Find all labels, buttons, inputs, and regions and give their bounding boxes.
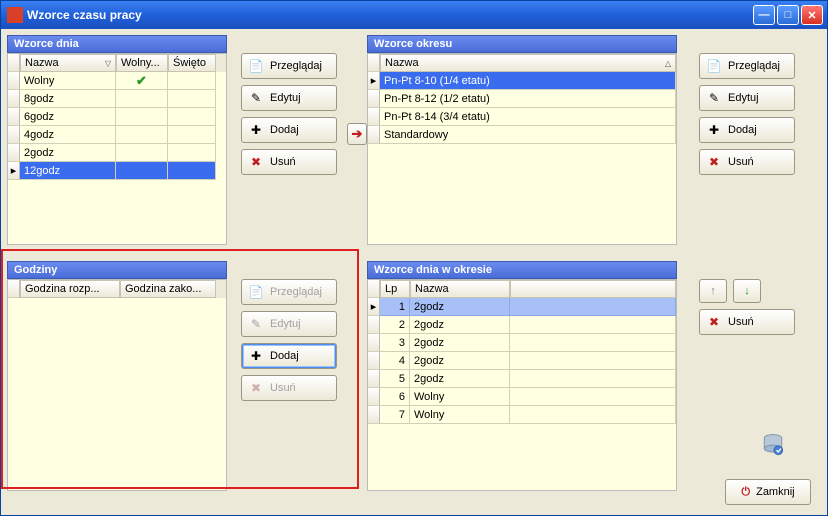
window-title: Wzorce czasu pracy xyxy=(27,8,753,22)
app-icon xyxy=(7,7,23,23)
table-row[interactable]: 6Wolny xyxy=(368,388,676,406)
delete-icon: ✖ xyxy=(706,314,722,330)
col-header-period-name[interactable]: Nazwa△ xyxy=(380,54,676,72)
delete-icon: ✖ xyxy=(706,154,722,170)
table-row[interactable]: 52godz xyxy=(368,370,676,388)
delete-button-hours: ✖Usuń xyxy=(241,375,337,401)
add-button-period[interactable]: ✚Dodaj xyxy=(699,117,795,143)
table-row[interactable]: 6godz xyxy=(8,108,226,126)
edit-button-hours: ✎Edytuj xyxy=(241,311,337,337)
grid-hours[interactable]: Godzina rozp... Godzina zako... xyxy=(7,279,227,491)
close-button[interactable]: ⏻ Zamknij xyxy=(725,479,811,505)
col-header-lp[interactable]: Lp xyxy=(380,280,410,298)
browse-icon: 📄 xyxy=(248,58,264,74)
minimize-button[interactable]: — xyxy=(753,5,775,25)
move-up-button[interactable]: ↑ xyxy=(699,279,727,303)
edit-icon: ✎ xyxy=(706,90,722,106)
table-row[interactable]: 2godz xyxy=(8,144,226,162)
table-row[interactable]: Pn-Pt 8-14 (3/4 etatu) xyxy=(368,108,676,126)
col-header-dip-name[interactable]: Nazwa xyxy=(410,280,510,298)
table-row[interactable]: ▸Pn-Pt 8-10 (1/4 etatu) xyxy=(368,72,676,90)
browse-button-hours: 📄Przeglądaj xyxy=(241,279,337,305)
table-row[interactable]: 8godz xyxy=(8,90,226,108)
browse-icon: 📄 xyxy=(706,58,722,74)
check-icon: ✔ xyxy=(136,73,147,89)
maximize-button[interactable]: □ xyxy=(777,5,799,25)
table-row[interactable]: 42godz xyxy=(368,352,676,370)
browse-button[interactable]: 📄Przeglądaj xyxy=(241,53,337,79)
delete-icon: ✖ xyxy=(248,380,264,396)
add-icon: ✚ xyxy=(248,122,264,138)
database-icon xyxy=(759,431,787,459)
panel-dip-header: Wzorce dnia w okresie xyxy=(367,261,677,279)
panel-day-header: Wzorce dnia xyxy=(7,35,227,53)
edit-icon: ✎ xyxy=(248,316,264,332)
table-row[interactable]: 22godz xyxy=(368,316,676,334)
power-icon: ⏻ xyxy=(741,486,750,499)
table-row[interactable]: 7Wolny xyxy=(368,406,676,424)
add-button-hours[interactable]: ✚Dodaj xyxy=(241,343,337,369)
grid-period[interactable]: Nazwa△ ▸Pn-Pt 8-10 (1/4 etatu)Pn-Pt 8-12… xyxy=(367,53,677,245)
move-down-button[interactable]: ↓ xyxy=(733,279,761,303)
table-row[interactable]: Pn-Pt 8-12 (1/2 etatu) xyxy=(368,90,676,108)
add-icon: ✚ xyxy=(248,348,264,364)
delete-button[interactable]: ✖Usuń xyxy=(241,149,337,175)
arrow-down-icon: ↓ xyxy=(744,285,750,297)
delete-button-period[interactable]: ✖Usuń xyxy=(699,149,795,175)
add-icon: ✚ xyxy=(706,122,722,138)
table-row[interactable]: 32godz xyxy=(368,334,676,352)
col-header-start[interactable]: Godzina rozp... xyxy=(20,280,120,298)
col-header-end[interactable]: Godzina zako... xyxy=(120,280,216,298)
panel-period-header: Wzorce okresu xyxy=(367,35,677,53)
browse-icon: 📄 xyxy=(248,284,264,300)
grid-day[interactable]: Nazwa▽ Wolny... Święto Wolny✔8godz6godz4… xyxy=(7,53,227,245)
table-row[interactable]: 4godz xyxy=(8,126,226,144)
arrow-up-icon: ↑ xyxy=(710,285,716,297)
edit-button-period[interactable]: ✎Edytuj xyxy=(699,85,795,111)
edit-icon: ✎ xyxy=(248,90,264,106)
delete-button-dip[interactable]: ✖Usuń xyxy=(699,309,795,335)
add-button[interactable]: ✚Dodaj xyxy=(241,117,337,143)
table-row[interactable]: ▸12godz xyxy=(8,162,226,180)
col-header-free[interactable]: Wolny... xyxy=(116,54,168,72)
table-row[interactable]: Standardowy xyxy=(368,126,676,144)
table-row[interactable]: ▸12godz xyxy=(368,298,676,316)
arrow-right-button[interactable]: ➔ xyxy=(347,123,367,145)
browse-button-period[interactable]: 📄Przeglądaj xyxy=(699,53,795,79)
edit-button[interactable]: ✎Edytuj xyxy=(241,85,337,111)
panel-hours-header: Godziny xyxy=(7,261,227,279)
col-header-name[interactable]: Nazwa▽ xyxy=(20,54,116,72)
col-header-holiday[interactable]: Święto xyxy=(168,54,216,72)
table-row[interactable]: Wolny✔ xyxy=(8,72,226,90)
delete-icon: ✖ xyxy=(248,154,264,170)
close-window-button[interactable]: ✕ xyxy=(801,5,823,25)
grid-dip[interactable]: Lp Nazwa ▸12godz22godz32godz42godz52godz… xyxy=(367,279,677,491)
main-window: Wzorce czasu pracy — □ ✕ Wzorce dnia Naz… xyxy=(0,0,828,516)
titlebar[interactable]: Wzorce czasu pracy — □ ✕ xyxy=(1,1,827,29)
